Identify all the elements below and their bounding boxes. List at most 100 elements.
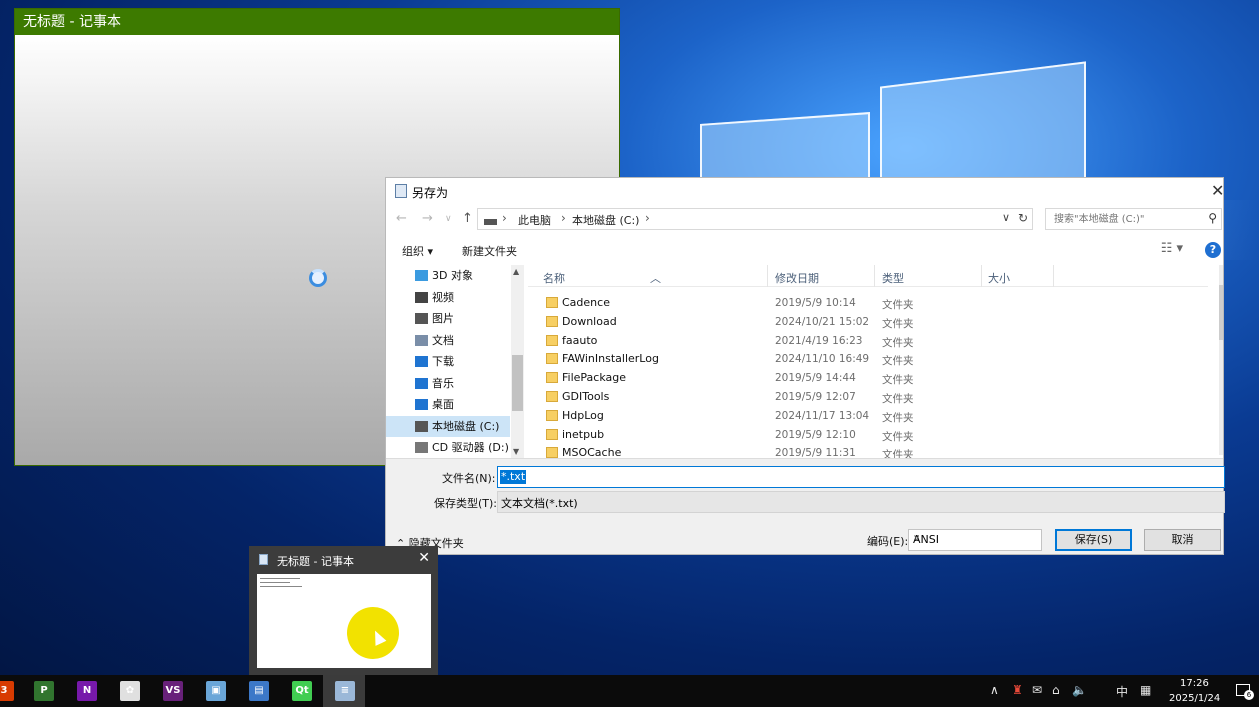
encoding-label: 编码(E): [867, 535, 909, 548]
breadcrumb-local-disk[interactable]: 本地磁盘 (C:) [572, 212, 639, 228]
file-date: 2021/4/19 16:23 [775, 334, 863, 347]
file-name: Cadence [562, 296, 610, 309]
file-type: 文件夹 [882, 449, 914, 458]
network-tool-icon[interactable]: ▤ [249, 681, 269, 701]
nav-item[interactable]: 下载 [386, 351, 510, 372]
breadcrumb-separator-icon: › [502, 211, 507, 225]
file-row[interactable]: Download 2024/10/21 15:02 文件夹 [528, 313, 1208, 332]
file-type: 文件夹 [882, 336, 914, 349]
forward-arrow-icon[interactable]: → [422, 211, 433, 226]
scroll-up-icon[interactable]: ▲ [513, 267, 519, 276]
column-divider[interactable] [874, 265, 875, 287]
column-divider[interactable] [767, 265, 768, 287]
refresh-icon[interactable]: ↻ [1018, 211, 1028, 225]
file-row[interactable]: GDITools 2019/5/9 12:07 文件夹 [528, 388, 1208, 407]
visual-studio-icon[interactable]: VS [163, 681, 183, 701]
thumbnail-window-image[interactable] [257, 574, 431, 668]
volume-icon[interactable]: 🔈 [1072, 683, 1087, 697]
thumbnail-title: 无标题 - 记事本 [277, 555, 354, 568]
nav-item[interactable]: 音乐 [386, 373, 510, 394]
image-viewer-icon[interactable]: ▣ [206, 681, 226, 701]
file-list: ︿ 名称 修改日期 类型 大小 Cadence 2019/5/9 10:14 文件夹… [528, 265, 1225, 458]
file-row[interactable]: inetpub 2019/5/9 12:10 文件夹 [528, 426, 1208, 445]
project-icon[interactable]: P [34, 681, 54, 701]
file-type: 文件夹 [882, 317, 914, 330]
nav-item[interactable]: 文档 [386, 330, 510, 351]
notepad-titlebar[interactable]: 无标题 - 记事本 [15, 9, 619, 35]
column-header-size[interactable]: 大小 [988, 270, 1010, 286]
save-button[interactable]: 保存(S) [1055, 529, 1132, 551]
search-icon[interactable]: ⚲ [1208, 211, 1217, 225]
filename-selected-text[interactable]: *.txt [500, 470, 527, 484]
nav-item-label: 图片 [432, 312, 454, 325]
qt-icon[interactable]: Qt [292, 681, 312, 701]
clock-date[interactable]: 2025/1/24 [1169, 693, 1220, 704]
nav-item[interactable]: 图片 [386, 308, 510, 329]
onenote-icon[interactable]: N [77, 681, 97, 701]
folder-icon [546, 409, 558, 421]
clock-time[interactable]: 17:26 [1180, 678, 1209, 689]
search-box[interactable]: ⚲ [1045, 208, 1222, 230]
encoding-select[interactable]: ANSI ∨ [908, 529, 1042, 551]
paint-icon[interactable]: ✿ [120, 681, 140, 701]
up-arrow-icon[interactable]: ↑ [462, 211, 473, 226]
taskbar-thumbnail-preview[interactable]: 无标题 - 记事本 ✕ [249, 546, 438, 675]
address-bar[interactable]: › 此电脑 › 本地磁盘 (C:) › ∨ ↻ [477, 208, 1033, 230]
notification-center-icon[interactable]: 6 [1236, 684, 1254, 700]
column-divider[interactable] [1053, 265, 1054, 287]
ime-indicator[interactable]: 中 [1116, 683, 1128, 700]
help-icon[interactable]: ? [1205, 242, 1221, 258]
cancel-button[interactable]: 取消 [1144, 529, 1221, 551]
folder-icon [546, 334, 558, 346]
column-header-name[interactable]: 名称 [543, 270, 565, 286]
scrollbar-thumb[interactable] [512, 355, 523, 411]
nav-item[interactable]: CD 驱动器 (D:) ∨ [386, 437, 520, 458]
file-list-scrollbar[interactable] [1219, 265, 1223, 455]
thumbnail-content-line [260, 578, 300, 579]
view-options-icon[interactable]: ☷ ▾ [1161, 241, 1183, 256]
nav-item[interactable]: 3D 对象 [386, 265, 510, 286]
office-icon[interactable]: 3 [0, 681, 14, 701]
search-input[interactable] [1046, 209, 1196, 229]
show-hidden-icons-chevron-icon[interactable]: ∧ [990, 683, 999, 697]
address-dropdown-icon[interactable]: ∨ [1002, 211, 1010, 224]
file-row[interactable]: Cadence 2019/5/9 10:14 文件夹 [528, 294, 1208, 313]
file-row[interactable]: faauto 2021/4/19 16:23 文件夹 [528, 332, 1208, 351]
column-header-date[interactable]: 修改日期 [775, 270, 819, 286]
scrollbar-thumb[interactable] [1219, 285, 1223, 340]
documents-icon [415, 334, 428, 346]
column-header-type[interactable]: 类型 [882, 270, 904, 286]
network-icon[interactable]: ⌂ [1052, 683, 1060, 697]
chevron-down-icon: ∨ [913, 533, 921, 544]
notepad-icon[interactable]: ≡ [335, 681, 355, 701]
close-icon[interactable]: ✕ [1211, 181, 1224, 200]
organize-menu[interactable]: 组织 ▾ [402, 243, 433, 259]
nav-item[interactable]: 本地磁盘 (C:) [386, 415, 510, 437]
file-row[interactable]: HdpLog 2024/11/17 13:04 文件夹 [528, 407, 1208, 426]
filetype-select[interactable]: 文本文档(*.txt) [497, 491, 1225, 513]
new-folder-button[interactable]: 新建文件夹 [462, 243, 517, 259]
file-row[interactable]: FilePackage 2019/5/9 14:44 文件夹 [528, 369, 1208, 388]
security-tray-icon[interactable]: ♜ [1012, 683, 1023, 697]
close-icon[interactable]: ✕ [418, 550, 430, 566]
mail-tray-icon[interactable]: ✉ [1032, 683, 1042, 697]
nav-item[interactable]: 视频 [386, 287, 510, 308]
ime-mode-icon[interactable]: ▦ [1140, 683, 1151, 697]
navigation-scrollbar[interactable]: ▲ ▼ [511, 265, 524, 458]
dialog-titlebar[interactable]: 另存为 ✕ [386, 178, 1224, 205]
scroll-down-icon[interactable]: ▼ [513, 447, 519, 456]
cube-icon [415, 270, 428, 281]
recent-locations-chevron-icon[interactable]: ∨ [445, 214, 452, 224]
music-icon [415, 377, 428, 389]
file-row[interactable]: FAWinInstallerLog 2024/11/10 16:49 文件夹 [528, 350, 1208, 369]
command-toolbar: 组织 ▾ 新建文件夹 ☷ ▾ ? [386, 240, 1223, 262]
nav-item[interactable]: 桌面 [386, 394, 510, 415]
folder-icon [546, 372, 558, 384]
column-divider[interactable] [981, 265, 982, 287]
file-row[interactable]: MSOCache 2019/5/9 11:31 文件夹 [528, 444, 1208, 458]
file-type: 文件夹 [882, 299, 914, 311]
back-arrow-icon[interactable]: ← [396, 211, 407, 226]
filename-field[interactable]: *.txt [497, 466, 1225, 488]
breadcrumb-this-pc[interactable]: 此电脑 [518, 212, 551, 228]
folder-icon [546, 447, 558, 458]
